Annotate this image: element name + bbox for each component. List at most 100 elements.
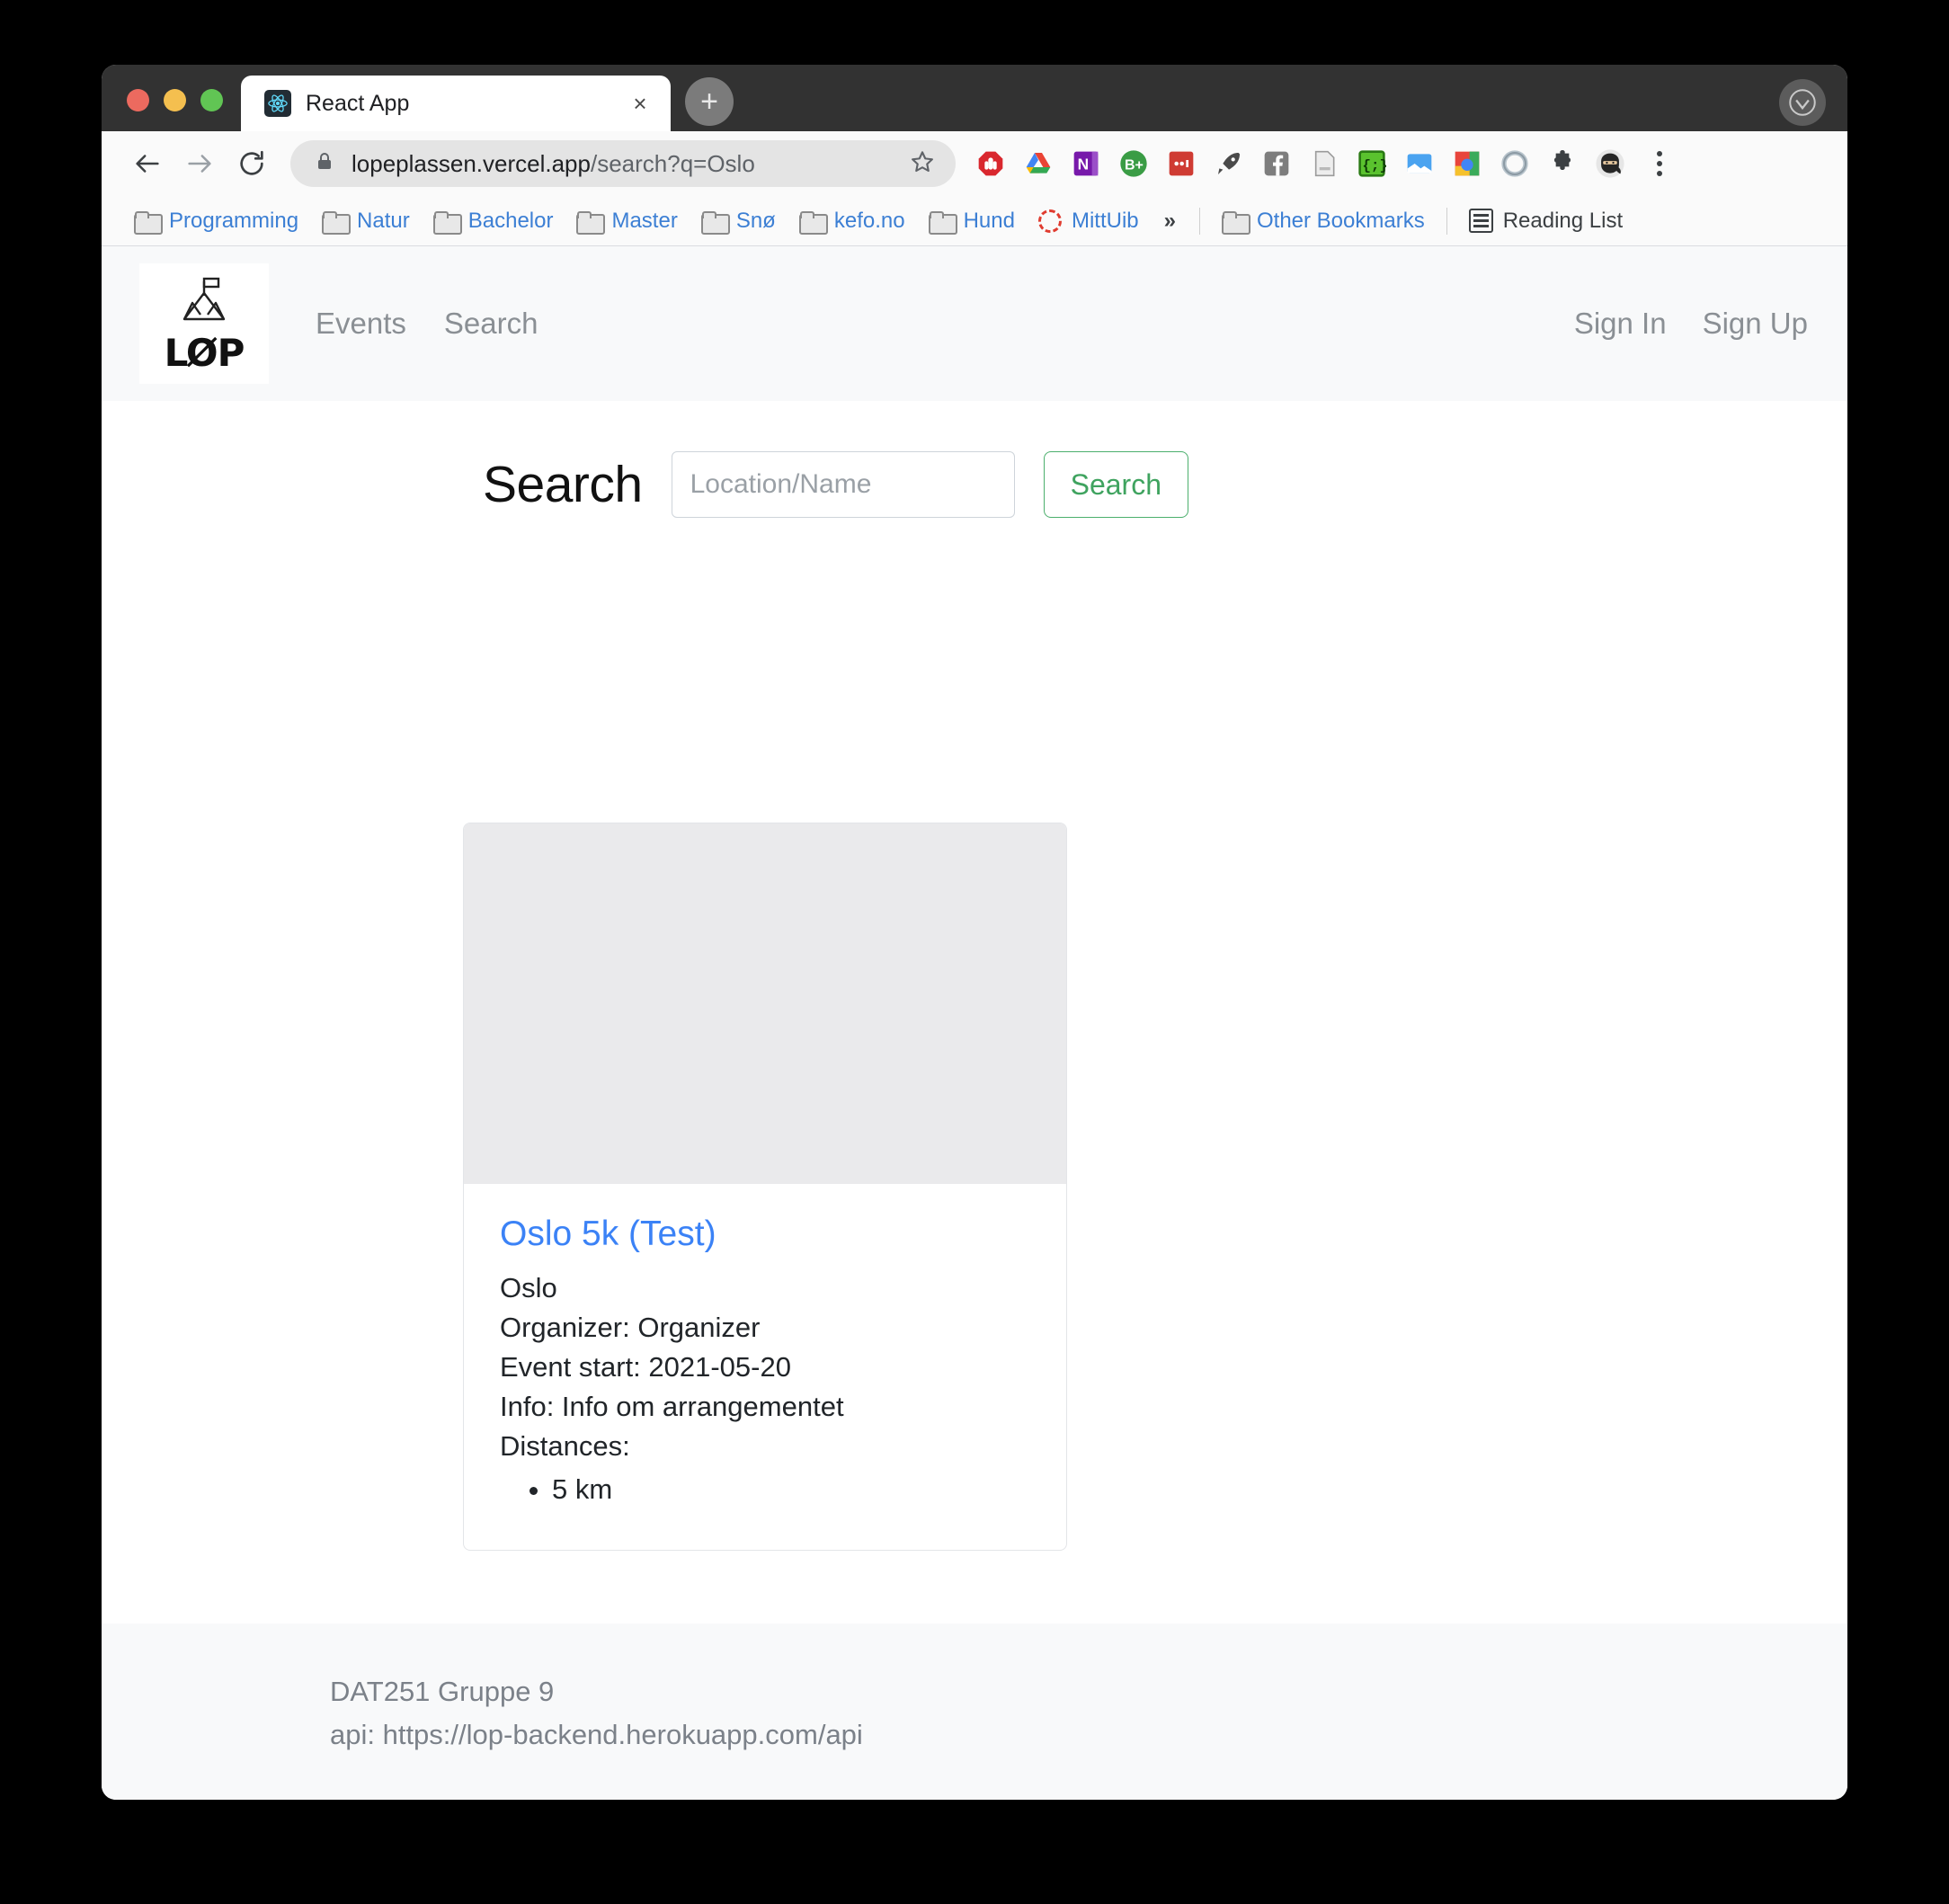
- event-distances-label: Distances:: [500, 1430, 630, 1463]
- new-tab-button[interactable]: +: [685, 77, 734, 126]
- folder-icon: [432, 210, 462, 235]
- nav-link-search[interactable]: Search: [444, 307, 538, 341]
- reading-list-label: Reading List: [1502, 208, 1624, 233]
- site-logo[interactable]: LØP: [139, 263, 269, 384]
- bookmark-label: Hund: [963, 208, 1015, 233]
- bookmark-kefo-no[interactable]: kefo.no: [788, 204, 916, 238]
- list-item: 5 km: [552, 1470, 1030, 1510]
- dotdotdot-icon[interactable]: [1166, 148, 1197, 179]
- document-icon[interactable]: [1309, 148, 1339, 179]
- page-viewport: LØP Events Search Sign In Sign Up Search…: [102, 246, 1847, 1800]
- event-start: Event start: 2021-05-20: [500, 1351, 791, 1384]
- bookmark-label: Programming: [169, 208, 299, 233]
- extension-icons: N B+ {;}: [975, 148, 1625, 179]
- auth-nav: Sign In Sign Up: [1574, 307, 1808, 341]
- event-distances-list: 5 km: [552, 1470, 1030, 1510]
- onenote-icon[interactable]: N: [1071, 148, 1101, 179]
- bookmark-other-bookmarks[interactable]: Other Bookmarks: [1211, 204, 1436, 238]
- close-tab-button[interactable]: ×: [626, 89, 654, 118]
- ring-icon[interactable]: [1500, 148, 1530, 179]
- svg-text:B+: B+: [1125, 158, 1144, 173]
- close-window-button[interactable]: [127, 89, 149, 111]
- reload-button[interactable]: [227, 139, 276, 188]
- address-bar-url: lopeplassen.vercel.app/search?q=Oslo: [352, 150, 893, 178]
- bookmark-label: Snø: [735, 208, 776, 233]
- bookmark-hund[interactable]: Hund: [918, 204, 1026, 238]
- folder-icon: [576, 210, 606, 235]
- react-logo-icon: [264, 90, 291, 117]
- bookmarks-separator: [1198, 207, 1200, 235]
- folder-icon: [1221, 210, 1250, 235]
- bookmark-sno[interactable]: Snø: [690, 204, 787, 238]
- window-controls: [102, 89, 241, 131]
- image-icon[interactable]: [1404, 148, 1435, 179]
- nav-link-events[interactable]: Events: [316, 307, 406, 341]
- bookmark-bachelor[interactable]: Bachelor: [423, 204, 565, 238]
- search-section: Search Search: [102, 401, 1847, 518]
- three-dot-menu-icon[interactable]: [1642, 143, 1678, 184]
- url-path: /search?q=Oslo: [590, 149, 755, 177]
- google-colors-icon[interactable]: [1452, 148, 1482, 179]
- bookmark-master[interactable]: Master: [565, 204, 688, 238]
- event-organizer: Organizer: Organizer: [500, 1312, 761, 1344]
- code-brackets-icon[interactable]: {;}: [1357, 148, 1387, 179]
- adblock-icon[interactable]: [975, 148, 1006, 179]
- facebook-icon[interactable]: [1261, 148, 1292, 179]
- minimize-window-button[interactable]: [164, 89, 186, 111]
- event-card[interactable]: Oslo 5k (Test) Oslo Organizer: Organizer…: [463, 823, 1067, 1552]
- rocket-icon[interactable]: [1214, 148, 1244, 179]
- lock-icon: [314, 151, 335, 177]
- mountain-flag-icon: [173, 276, 236, 333]
- forward-button[interactable]: [175, 139, 224, 188]
- sign-in-link[interactable]: Sign In: [1574, 307, 1667, 341]
- event-location: Oslo: [500, 1272, 557, 1303]
- bookmark-label: Master: [611, 208, 678, 233]
- folder-icon: [928, 210, 957, 235]
- browser-window: React App × + lopeplassen.vercel.app/sea…: [102, 65, 1847, 1800]
- bookmark-label: Bachelor: [467, 208, 554, 233]
- back-button[interactable]: [123, 139, 172, 188]
- svg-text:{;}: {;}: [1362, 158, 1386, 174]
- search-button[interactable]: Search: [1043, 451, 1188, 518]
- bookmark-natur[interactable]: Natur: [311, 204, 421, 238]
- site-footer: DAT251 Gruppe 9 api: https://lop-backend…: [102, 1624, 1847, 1800]
- bitwarden-icon[interactable]: B+: [1118, 148, 1149, 179]
- bookmarks-overflow-button[interactable]: »: [1152, 209, 1188, 234]
- event-info: Info: Info om arrangementet: [500, 1391, 844, 1423]
- event-image-placeholder: [464, 823, 1066, 1184]
- site-nav: Events Search: [316, 307, 538, 341]
- maximize-window-button[interactable]: [200, 89, 223, 111]
- folder-icon: [134, 210, 163, 235]
- browser-tab[interactable]: React App ×: [241, 76, 671, 131]
- reading-list-button[interactable]: Reading List: [1458, 204, 1633, 238]
- bookmark-programming[interactable]: Programming: [123, 204, 309, 238]
- bookmark-label: MittUib: [1071, 208, 1139, 233]
- url-domain: lopeplassen.vercel.app: [352, 149, 591, 177]
- site-header: LØP Events Search Sign In Sign Up: [102, 246, 1847, 401]
- sign-up-link[interactable]: Sign Up: [1703, 307, 1808, 341]
- dashed-circle-icon: [1037, 209, 1062, 233]
- footer-api-label: api: https://lop-backend.herokuapp.com/a…: [330, 1719, 863, 1751]
- bookmark-label: kefo.no: [833, 208, 905, 233]
- tab-title: React App: [306, 90, 410, 116]
- bookmark-mittuib[interactable]: MittUib: [1028, 204, 1150, 238]
- google-drive-icon[interactable]: [1023, 148, 1054, 179]
- logo-wordmark: LØP: [164, 330, 245, 375]
- address-bar[interactable]: lopeplassen.vercel.app/search?q=Oslo: [290, 140, 956, 187]
- bookmarks-bar: Programming Natur Bachelor Master Snø ke…: [102, 196, 1847, 246]
- list-icon: [1468, 209, 1493, 233]
- search-input[interactable]: [671, 451, 1015, 518]
- footer-group-label: DAT251 Gruppe 9: [330, 1676, 555, 1707]
- ninja-avatar-icon[interactable]: [1595, 148, 1625, 179]
- tab-strip: React App × +: [102, 65, 1847, 131]
- window-profile-badge[interactable]: [1779, 79, 1826, 126]
- event-card-body: Oslo 5k (Test) Oslo Organizer: Organizer…: [464, 1184, 1066, 1550]
- event-title-link[interactable]: Oslo 5k (Test): [500, 1214, 1030, 1254]
- bookmark-label: Other Bookmarks: [1256, 208, 1425, 233]
- svg-text:N: N: [1078, 156, 1090, 173]
- bookmark-label: Natur: [357, 208, 410, 233]
- star-icon[interactable]: [909, 148, 936, 180]
- puzzle-piece-icon[interactable]: [1547, 148, 1578, 179]
- page-title: Search: [483, 456, 643, 513]
- browser-toolbar: lopeplassen.vercel.app/search?q=Oslo N B…: [102, 131, 1847, 196]
